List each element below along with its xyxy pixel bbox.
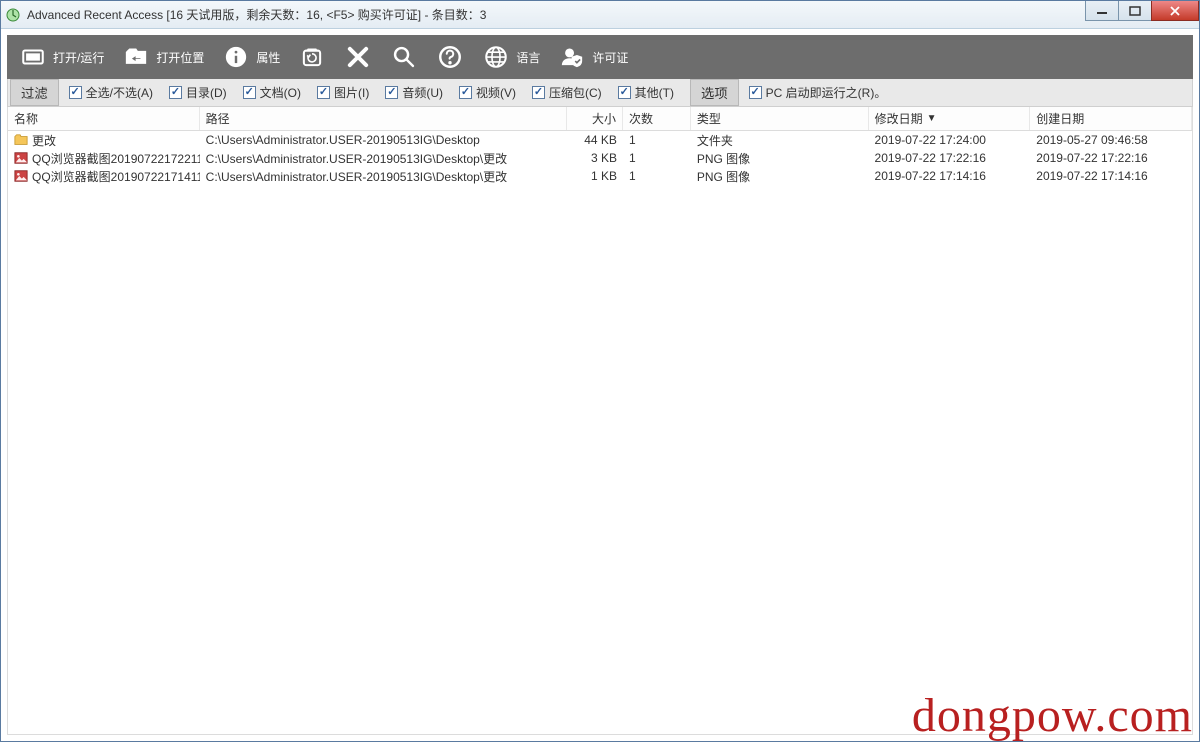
column-size[interactable]: 大小 xyxy=(567,107,623,130)
close-x-icon xyxy=(344,43,372,71)
row-modified: 2019-07-22 17:14:16 xyxy=(869,169,1031,183)
language-label: 语言 xyxy=(516,49,540,66)
open-location-label: 打开位置 xyxy=(156,49,204,66)
row-type: PNG 图像 xyxy=(691,168,869,185)
row-created: 2019-07-22 17:14:16 xyxy=(1030,169,1192,183)
language-button[interactable]: 语言 xyxy=(474,37,548,77)
help-button[interactable] xyxy=(428,37,472,77)
open-run-icon xyxy=(19,43,47,71)
app-icon xyxy=(5,7,21,23)
window-controls xyxy=(1086,1,1199,21)
row-type: 文件夹 xyxy=(691,132,869,149)
open-location-button[interactable]: 打开位置 xyxy=(114,37,212,77)
row-times: 1 xyxy=(623,169,691,183)
row-size: 3 KB xyxy=(567,151,623,165)
folder-icon xyxy=(14,133,28,147)
sort-desc-icon: ▼ xyxy=(927,113,937,124)
search-icon xyxy=(390,43,418,71)
checkbox-image[interactable]: 图片(I) xyxy=(311,84,375,101)
row-size: 44 KB xyxy=(567,133,623,147)
row-created: 2019-07-22 17:22:16 xyxy=(1030,151,1192,165)
column-created[interactable]: 创建日期 xyxy=(1030,107,1192,130)
window-title: Advanced Recent Access [16 天试用版，剩余天数：16,… xyxy=(27,6,486,23)
minimize-button[interactable] xyxy=(1085,1,1119,21)
search-button[interactable] xyxy=(382,37,426,77)
column-modified[interactable]: 修改日期▼ xyxy=(869,107,1031,130)
row-name: QQ浏览器截图20190722171411... xyxy=(32,168,200,185)
row-size: 1 KB xyxy=(567,169,623,183)
checkbox-icon xyxy=(618,86,631,99)
checkbox-icon xyxy=(169,86,182,99)
open-run-button[interactable]: 打开/运行 xyxy=(11,37,112,77)
row-path: C:\Users\Administrator.USER-20190513IG\D… xyxy=(200,150,567,167)
info-icon xyxy=(222,43,250,71)
checkbox-video[interactable]: 视频(V) xyxy=(453,84,522,101)
toolbar: 打开/运行 打开位置 属性 语 xyxy=(7,35,1193,79)
maximize-button[interactable] xyxy=(1118,1,1152,21)
checkbox-archive[interactable]: 压缩包(C) xyxy=(526,84,608,101)
table-row[interactable]: QQ浏览器截图20190722171411...C:\Users\Adminis… xyxy=(8,167,1192,185)
checkbox-select-all[interactable]: 全选/不选(A) xyxy=(63,84,159,101)
row-name: 更改 xyxy=(32,132,56,149)
properties-label: 属性 xyxy=(256,49,280,66)
row-name: QQ浏览器截图20190722172211... xyxy=(32,150,200,167)
checkbox-icon xyxy=(385,86,398,99)
checkbox-icon xyxy=(749,86,762,99)
open-location-icon xyxy=(122,43,150,71)
checkbox-icon xyxy=(69,86,82,99)
checkbox-icon xyxy=(243,86,256,99)
column-times[interactable]: 次数 xyxy=(623,107,691,130)
column-path[interactable]: 路径 xyxy=(200,107,567,130)
delete-button[interactable] xyxy=(336,37,380,77)
image-file-icon xyxy=(14,169,28,183)
column-type[interactable]: 类型 xyxy=(691,107,869,130)
list-header: 名称 路径 大小 次数 类型 修改日期▼ 创建日期 xyxy=(7,107,1193,131)
row-times: 1 xyxy=(623,133,691,147)
user-shield-icon xyxy=(558,43,586,71)
filter-button[interactable]: 过滤 xyxy=(10,79,59,106)
row-created: 2019-05-27 09:46:58 xyxy=(1030,133,1192,147)
properties-button[interactable]: 属性 xyxy=(214,37,288,77)
close-button[interactable] xyxy=(1151,1,1199,21)
row-modified: 2019-07-22 17:22:16 xyxy=(869,151,1031,165)
checkbox-audio[interactable]: 音频(U) xyxy=(379,84,449,101)
app-window: Advanced Recent Access [16 天试用版，剩余天数：16,… xyxy=(0,0,1200,742)
filter-bar: 过滤 全选/不选(A) 目录(D) 文档(O) 图片(I) 音频(U) 视频(V… xyxy=(7,79,1193,107)
row-type: PNG 图像 xyxy=(691,150,869,167)
title-bar[interactable]: Advanced Recent Access [16 天试用版，剩余天数：16,… xyxy=(1,1,1199,29)
image-file-icon xyxy=(14,151,28,165)
window-body: 打开/运行 打开位置 属性 语 xyxy=(1,29,1199,741)
checkbox-icon xyxy=(459,86,472,99)
options-button[interactable]: 选项 xyxy=(690,79,739,106)
list-body[interactable]: 更改 C:\Users\Administrator.USER-20190513IG… xyxy=(7,131,1193,735)
checkbox-icon xyxy=(317,86,330,99)
license-label: 许可证 xyxy=(592,49,628,66)
checkbox-dir[interactable]: 目录(D) xyxy=(163,84,233,101)
license-button[interactable]: 许可证 xyxy=(550,37,636,77)
row-path: C:\Users\Administrator.USER-20190513IG\D… xyxy=(200,168,567,185)
row-modified: 2019-07-22 17:24:00 xyxy=(869,133,1031,147)
checkbox-autostart[interactable]: PC 启动即运行之(R)。 xyxy=(743,84,893,101)
checkbox-other[interactable]: 其他(T) xyxy=(612,84,680,101)
table-row[interactable]: QQ浏览器截图20190722172211...C:\Users\Adminis… xyxy=(8,149,1192,167)
checkbox-doc[interactable]: 文档(O) xyxy=(237,84,307,101)
row-times: 1 xyxy=(623,151,691,165)
column-name[interactable]: 名称 xyxy=(8,107,200,130)
globe-icon xyxy=(482,43,510,71)
recycle-button[interactable] xyxy=(290,37,334,77)
recycle-icon xyxy=(298,43,326,71)
table-row[interactable]: 更改 C:\Users\Administrator.USER-20190513IG… xyxy=(8,131,1192,149)
row-path: C:\Users\Administrator.USER-20190513IG\D… xyxy=(200,133,567,147)
open-run-label: 打开/运行 xyxy=(53,49,104,66)
help-icon xyxy=(436,43,464,71)
checkbox-icon xyxy=(532,86,545,99)
